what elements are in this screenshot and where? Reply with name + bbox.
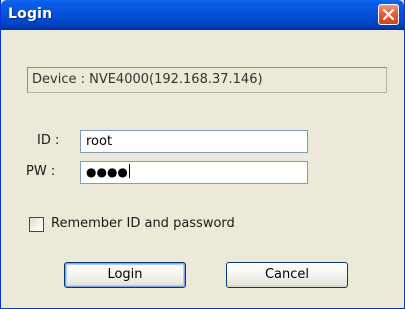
window-title: Login <box>8 6 53 22</box>
remember-checkbox[interactable] <box>29 217 44 232</box>
close-icon <box>382 8 395 21</box>
title-bar[interactable]: Login <box>1 0 404 30</box>
id-input[interactable]: root <box>80 130 308 153</box>
text-caret <box>128 164 130 178</box>
close-button[interactable] <box>378 4 399 25</box>
id-label: ID : <box>37 133 60 148</box>
device-info: Device : NVE4000(192.168.37.146) <box>27 67 387 93</box>
password-mask: ●●●● <box>86 165 128 179</box>
password-input[interactable]: ●●●● <box>80 161 308 184</box>
pw-label: PW : <box>26 164 56 179</box>
login-dialog: Login Device : NVE4000(192.168.37.146) I… <box>0 0 405 309</box>
login-button[interactable]: Login <box>64 262 186 288</box>
remember-label[interactable]: Remember ID and password <box>51 216 235 231</box>
id-input-value: root <box>86 134 113 149</box>
cancel-button[interactable]: Cancel <box>226 262 348 288</box>
